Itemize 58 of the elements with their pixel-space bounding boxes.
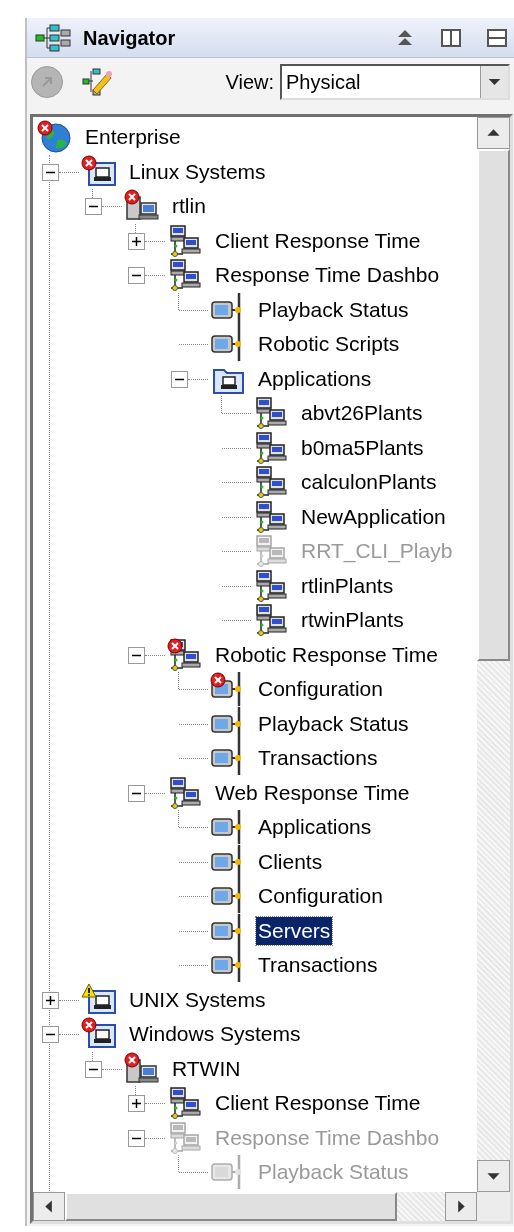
view-label: View: [225,70,274,95]
view-select[interactable]: Physical [280,64,510,100]
tree-item[interactable]: rtlinPlants [299,571,396,600]
horizontal-scrollbar[interactable] [33,1192,477,1221]
tree-item[interactable]: NewApplication [299,502,448,531]
tree-item[interactable]: Configuration [256,882,385,911]
tree-item[interactable]: Linux Systems [127,157,268,186]
split-icon[interactable] [486,27,508,48]
tree-item[interactable]: Configuration [256,675,385,704]
tree-item[interactable]: b0ma5Plants [299,433,426,462]
go-button[interactable] [31,66,63,98]
expand-toggle-icon[interactable] [42,991,59,1009]
scrollbar-corner [477,1192,510,1221]
scroll-down-icon[interactable] [477,1160,510,1192]
expand-toggle-icon[interactable] [128,1095,145,1112]
vertical-scrollbar[interactable] [477,117,510,1192]
collapse-toggle-icon[interactable] [42,163,59,181]
tree-item[interactable]: Playback Status [256,709,411,738]
scroll-left-icon[interactable] [33,1192,65,1221]
collapse-toggle-icon[interactable] [171,370,188,388]
scroll-right-icon[interactable] [445,1192,477,1221]
tree-item[interactable]: abvt26Plants [299,399,425,428]
tree-item[interactable]: RTWIN [170,1054,243,1083]
tree-item[interactable]: Playback Status [256,295,411,324]
tree-item[interactable]: Servers [256,916,333,945]
tree-item[interactable]: Enterprise [83,123,183,152]
tree-item[interactable]: Robotic Scripts [256,330,402,359]
collapse-toggle-icon[interactable] [128,646,145,664]
edit-icon[interactable] [81,66,113,98]
collapse-toggle-icon[interactable] [128,267,145,284]
scrollbar-thumb[interactable] [477,149,510,661]
tree-item[interactable]: Client Response Time [213,1089,423,1118]
expand-toggle-icon[interactable] [128,232,145,250]
tree-item[interactable]: Response Time Dashbo [213,261,442,290]
tree-item[interactable]: UNIX Systems [127,985,268,1014]
collapse-toggle-icon[interactable] [42,1026,59,1043]
tree-item[interactable]: Applications [256,364,374,393]
tree-item[interactable]: Applications [256,813,374,842]
tree-item[interactable]: Web Response Time [213,778,412,807]
tree-icon [35,23,71,52]
tree-item[interactable]: Windows Systems [127,1020,303,1049]
tree-item[interactable]: Transactions [256,744,380,773]
collapse-toggle-icon[interactable] [128,784,145,802]
tree-item[interactable]: calculonPlants [299,468,439,497]
tree-item[interactable]: Client Response Time [213,226,423,255]
tree-item[interactable]: rtwinPlants [299,606,406,635]
scroll-up-icon[interactable] [477,117,510,149]
tree-item[interactable]: rtlin [170,192,208,221]
scrollbar-thumb[interactable] [65,1192,397,1221]
panel-title: Navigator [83,25,176,51]
dropdown-icon [480,66,508,98]
collapse-toggle-icon[interactable] [85,198,102,215]
tree-item[interactable]: Transactions [256,951,380,980]
tree-item[interactable]: Clients [256,847,325,876]
tree-item[interactable]: Robotic Response Time [213,640,440,669]
arrow-icon [40,75,54,89]
columns-icon[interactable] [440,27,462,48]
collapse-toggle-icon[interactable] [85,1060,102,1078]
